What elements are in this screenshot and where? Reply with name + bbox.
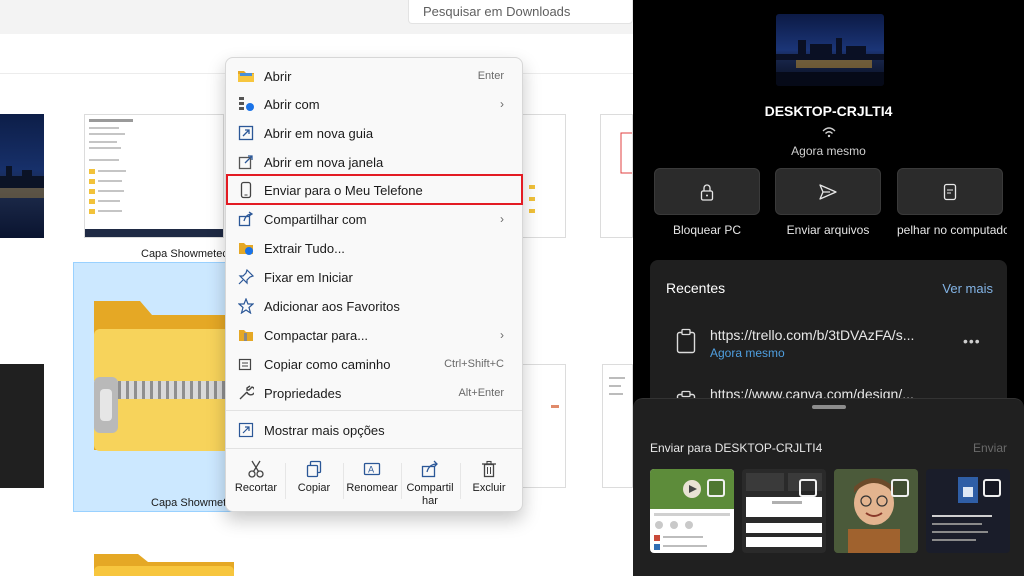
lock-pc-label: Bloquear PC <box>672 223 742 237</box>
extract-icon <box>237 239 255 257</box>
file-thumbnail-partial-4[interactable] <box>602 364 633 488</box>
file-thumbnail-screenshot[interactable] <box>84 114 224 238</box>
menu-item-more-options[interactable]: Mostrar mais opções <box>230 416 518 444</box>
menu-separator <box>226 410 522 411</box>
menu-item-add-favorites[interactable]: Adicionar aos Favoritos <box>230 292 518 320</box>
see-more-link[interactable]: Ver mais <box>942 281 993 296</box>
share-label-line1: Compartil <box>406 482 454 494</box>
clipboard-icon <box>676 328 696 354</box>
castle-silhouette <box>0 166 44 198</box>
menu-item-open-new-tab[interactable]: Abrir em nova guia <box>230 119 518 147</box>
more-options-icon[interactable]: ••• <box>963 333 981 349</box>
share-label-line2: har <box>422 495 438 507</box>
recent-item-url[interactable]: https://trello.com/b/3tDVAzFA/s... <box>710 327 942 343</box>
menu-item-open-new-window[interactable]: Abrir em nova janela <box>230 148 518 176</box>
sheet-title: Enviar para DESKTOP-CRJLTI4 <box>650 441 823 455</box>
screenshot-preview <box>620 132 632 174</box>
menu-item-pin-start[interactable]: Fixar em Iniciar <box>230 263 518 291</box>
menu-separator <box>226 448 522 449</box>
select-checkbox[interactable] <box>707 479 725 497</box>
pc-wallpaper-thumbnail <box>776 14 884 86</box>
menu-item-open-with[interactable]: Abrir com › <box>230 90 518 118</box>
share-button[interactable]: Compartil har <box>402 458 458 508</box>
menu-item-compress[interactable]: Compactar para... › <box>230 321 518 349</box>
folder-open-icon <box>237 67 255 85</box>
menu-item-copy-path[interactable]: Copiar como caminho Ctrl+Shift+C <box>230 350 518 378</box>
file-thumbnail-partial-3[interactable] <box>522 364 566 488</box>
screenshot-preview <box>85 119 223 237</box>
open-with-icon <box>237 95 255 113</box>
file-thumbnail-partial-2[interactable] <box>600 114 633 238</box>
wifi-icon <box>822 127 836 138</box>
delete-button[interactable]: Excluir <box>461 458 517 508</box>
menu-item-open[interactable]: Abrir Enter <box>230 62 518 90</box>
file-explorer-window: Pesquisar em Downloads Capa Showmetec Ca… <box>0 0 633 576</box>
chevron-right-icon: › <box>500 328 504 342</box>
wrench-icon <box>237 384 255 402</box>
screenshot-preview <box>551 405 559 408</box>
zip-folder-icon <box>94 301 230 451</box>
menu-item-share-with[interactable]: Compartilhar com › <box>230 205 518 233</box>
share-icon <box>421 458 439 480</box>
lock-icon <box>700 183 714 201</box>
photo-thumbnail[interactable] <box>834 469 918 553</box>
copy-button[interactable]: Copiar <box>286 458 342 508</box>
select-checkbox[interactable] <box>983 479 1001 497</box>
recents-title: Recentes <box>666 280 726 296</box>
star-icon <box>237 297 255 315</box>
menu-item-extract-all[interactable]: Extrair Tudo... <box>230 234 518 262</box>
copy-icon <box>305 458 323 480</box>
highlight-annotation <box>226 174 523 205</box>
zip-folder-selected[interactable] <box>73 262 233 512</box>
pc-name: DESKTOP-CRJLTI4 <box>764 103 893 119</box>
photo-thumbnail[interactable] <box>926 469 1010 553</box>
select-checkbox[interactable] <box>799 479 817 497</box>
rename-button[interactable]: A Renomear <box>344 458 400 508</box>
connection-status: Agora mesmo <box>791 144 866 158</box>
send-button[interactable]: Enviar <box>973 441 1007 455</box>
lock-pc-button[interactable] <box>654 168 760 215</box>
recent-item-time: Agora mesmo <box>710 346 785 360</box>
folder-icon <box>94 554 234 576</box>
new-window-icon <box>237 153 255 171</box>
mirror-icon <box>943 183 957 200</box>
file-thumbnail-dark[interactable] <box>0 364 44 488</box>
mirror-label: pelhar no computado <box>897 223 1007 237</box>
file-thumbnail-night-castle[interactable] <box>0 114 44 238</box>
mirror-to-pc-button[interactable] <box>897 168 1003 215</box>
chevron-right-icon: › <box>500 212 504 226</box>
thumbnail-label: Capa Showmet <box>151 497 227 509</box>
scissors-icon <box>247 458 265 480</box>
screenshot-preview <box>529 185 535 213</box>
phone-link-panel: DESKTOP-CRJLTI4 Agora mesmo Bloquear PC … <box>633 0 1024 576</box>
new-tab-icon <box>237 124 255 142</box>
send-files-button[interactable] <box>775 168 881 215</box>
pin-icon <box>237 268 255 286</box>
chevron-right-icon: › <box>500 97 504 111</box>
menu-item-properties[interactable]: Propriedades Alt+Enter <box>230 379 518 407</box>
more-options-icon <box>237 421 255 439</box>
photo-thumbnail[interactable] <box>742 469 826 553</box>
file-thumbnail-partial[interactable] <box>522 114 566 238</box>
trash-icon <box>480 458 498 480</box>
cut-button[interactable]: Recortar <box>228 458 284 508</box>
search-box[interactable]: Pesquisar em Downloads <box>408 0 633 24</box>
select-checkbox[interactable] <box>891 479 909 497</box>
screenshot-preview <box>609 377 625 395</box>
rename-icon: A <box>363 458 381 480</box>
svg-text:A: A <box>368 466 375 476</box>
photo-thumbnail[interactable] <box>650 469 734 553</box>
share-with-icon <box>237 210 255 228</box>
copy-path-icon <box>237 355 255 373</box>
compress-icon <box>237 326 255 344</box>
context-menu: Abrir Enter Abrir com › Abrir em nova gu… <box>225 57 523 512</box>
send-icon <box>819 183 837 200</box>
send-files-label: Enviar arquivos <box>786 223 870 237</box>
sheet-drag-handle[interactable] <box>812 405 846 409</box>
search-placeholder: Pesquisar em Downloads <box>423 4 571 19</box>
send-to-pc-sheet: Enviar para DESKTOP-CRJLTI4 Enviar <box>633 398 1024 576</box>
castle-silhouette <box>776 38 884 86</box>
thumbnail-label: Capa Showmetec <box>141 248 228 260</box>
